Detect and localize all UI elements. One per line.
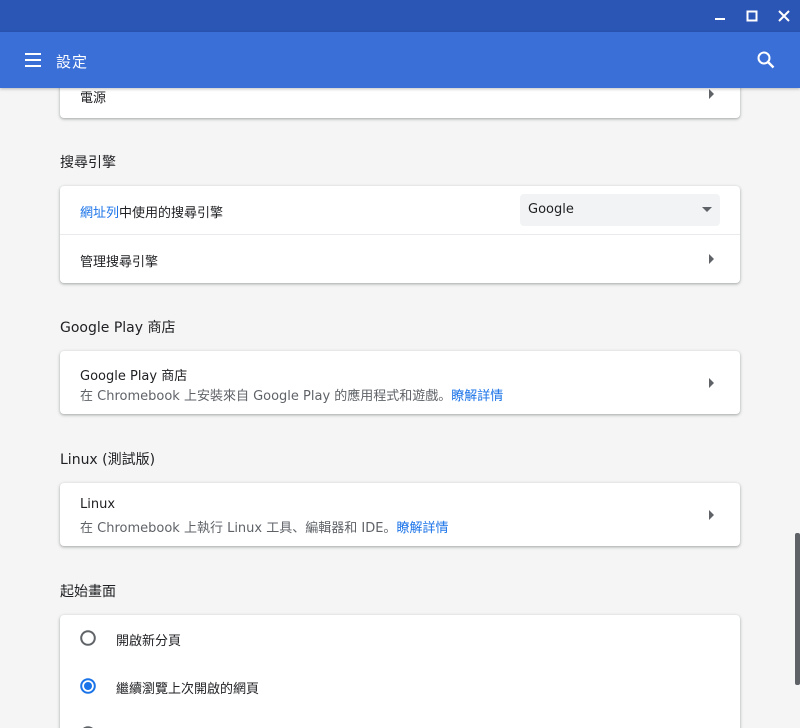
google-play-card: Google Play 商店 在 Chromebook 上安裝來自 Google… <box>60 351 740 414</box>
linux-label: Linux <box>80 497 116 512</box>
linux-description-text: 在 Chromebook 上執行 Linux 工具、編輯器和 IDE。 <box>80 521 397 536</box>
chevron-right-icon <box>709 254 714 264</box>
radio-checked-icon[interactable] <box>80 678 96 694</box>
startup-option-partial[interactable] <box>60 711 740 728</box>
close-icon <box>778 10 790 22</box>
window-titlebar <box>0 0 800 32</box>
search-engine-card: 網址列中使用的搜尋引擎 Google 管理搜尋引擎 <box>60 186 740 283</box>
startup-option-label: 繼續瀏覽上次開啟的網頁 <box>116 682 260 697</box>
minimize-icon <box>715 18 725 20</box>
google-play-row[interactable]: Google Play 商店 在 Chromebook 上安裝來自 Google… <box>60 351 740 414</box>
google-play-section-title: Google Play 商店 <box>60 320 176 336</box>
search-icon <box>757 51 775 69</box>
search-button[interactable] <box>755 49 777 71</box>
minimize-button[interactable] <box>710 6 730 26</box>
radio-unchecked-icon[interactable] <box>80 630 96 646</box>
startup-option-label: 開啟新分頁 <box>116 634 182 649</box>
settings-content[interactable]: 電源 搜尋引擎 網址列中使用的搜尋引擎 Google 管理搜尋引擎 Google… <box>0 88 800 728</box>
settings-toolbar: 設定 <box>0 32 800 88</box>
linux-row[interactable]: Linux 在 Chromebook 上執行 Linux 工具、編輯器和 IDE… <box>60 483 740 546</box>
search-engine-row: 網址列中使用的搜尋引擎 Google <box>60 186 740 234</box>
close-button[interactable] <box>774 6 794 26</box>
menu-icon <box>25 53 41 67</box>
linux-learn-more-link[interactable]: 瞭解詳情 <box>396 521 448 536</box>
chevron-right-icon <box>709 378 714 388</box>
startup-option-new-tab[interactable]: 開啟新分頁 <box>60 615 740 663</box>
manage-search-engines-row[interactable]: 管理搜尋引擎 <box>60 234 740 283</box>
startup-section-title: 起始畫面 <box>60 584 116 600</box>
page-title: 設定 <box>56 53 89 71</box>
linux-card: Linux 在 Chromebook 上執行 Linux 工具、編輯器和 IDE… <box>60 483 740 546</box>
manage-search-engines-label: 管理搜尋引擎 <box>80 255 159 270</box>
google-play-learn-more-link[interactable]: 瞭解詳情 <box>451 389 503 404</box>
maximize-icon <box>746 10 758 22</box>
search-engine-select[interactable]: Google <box>520 194 720 226</box>
power-row[interactable]: 電源 <box>60 88 740 118</box>
google-play-description: 在 Chromebook 上安裝來自 Google Play 的應用程式和遊戲。… <box>80 385 503 404</box>
google-play-label: Google Play 商店 <box>80 369 188 384</box>
search-engine-label-suffix: 中使用的搜尋引擎 <box>119 206 224 221</box>
search-engine-section-title: 搜尋引擎 <box>60 155 116 171</box>
address-bar-link[interactable]: 網址列 <box>80 206 119 221</box>
google-play-description-text: 在 Chromebook 上安裝來自 Google Play 的應用程式和遊戲。 <box>80 389 452 404</box>
search-engine-label: 網址列中使用的搜尋引擎 <box>80 202 223 221</box>
startup-option-continue[interactable]: 繼續瀏覽上次開啟的網頁 <box>60 663 740 711</box>
scrollbar-thumb[interactable] <box>795 533 800 685</box>
search-engine-select-value: Google <box>528 202 574 217</box>
linux-description: 在 Chromebook 上執行 Linux 工具、編輯器和 IDE。瞭解詳情 <box>80 517 448 536</box>
linux-section-title: Linux (測試版) <box>60 452 156 468</box>
power-label: 電源 <box>80 91 107 106</box>
menu-button[interactable] <box>22 49 46 71</box>
power-card: 電源 <box>60 88 740 118</box>
maximize-button[interactable] <box>742 6 762 26</box>
chevron-right-icon <box>709 89 714 99</box>
startup-card: 開啟新分頁 繼續瀏覽上次開啟的網頁 <box>60 615 740 728</box>
chevron-right-icon <box>709 510 714 520</box>
dropdown-arrow-icon <box>702 207 712 212</box>
